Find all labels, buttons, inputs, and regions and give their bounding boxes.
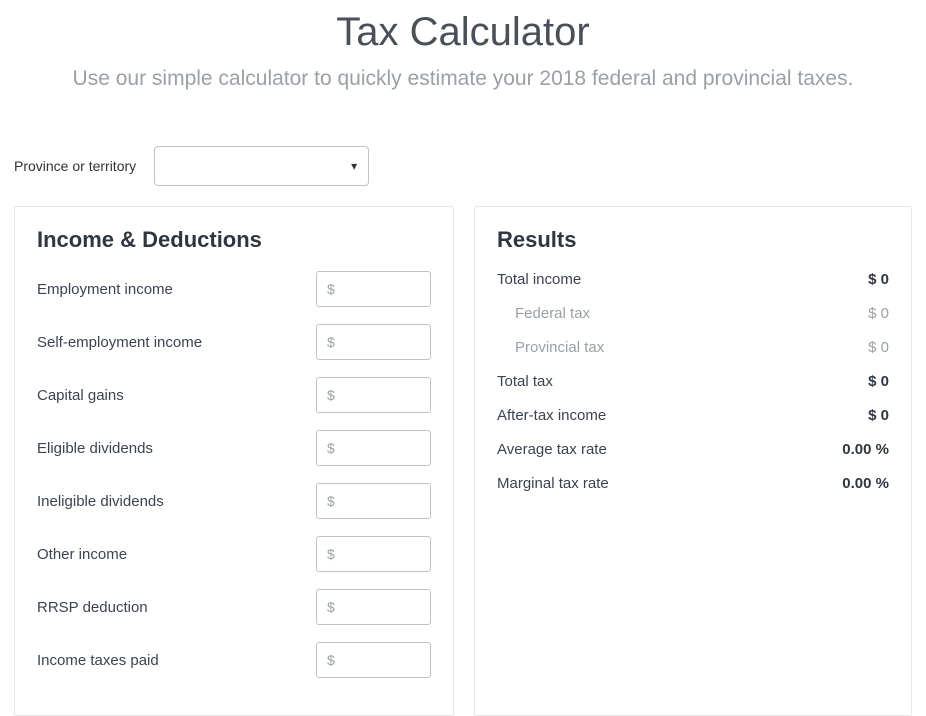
employment-income-row: Employment income xyxy=(37,271,431,307)
employment-income-label: Employment income xyxy=(37,281,173,298)
total-tax-value: $ 0 xyxy=(868,373,889,390)
rrsp-deduction-label: RRSP deduction xyxy=(37,599,148,616)
results-panel-title: Results xyxy=(497,227,889,253)
federal-tax-label: Federal tax xyxy=(497,305,590,322)
eligible-dividends-row: Eligible dividends xyxy=(37,430,431,466)
province-label: Province or territory xyxy=(14,158,136,174)
provincial-tax-label: Provincial tax xyxy=(497,339,604,356)
income-taxes-paid-row: Income taxes paid xyxy=(37,642,431,678)
average-tax-rate-value: 0.00 % xyxy=(842,441,889,458)
after-tax-income-label: After-tax income xyxy=(497,407,606,424)
page-title: Tax Calculator xyxy=(0,10,926,55)
federal-tax-value: $ 0 xyxy=(868,305,889,322)
other-income-label: Other income xyxy=(37,546,127,563)
income-deductions-panel: Income & Deductions Employment income Se… xyxy=(14,206,454,716)
other-income-input[interactable] xyxy=(316,536,431,572)
eligible-dividends-label: Eligible dividends xyxy=(37,440,153,457)
employment-income-input[interactable] xyxy=(316,271,431,307)
provincial-tax-row: Provincial tax $ 0 xyxy=(497,339,889,356)
eligible-dividends-input[interactable] xyxy=(316,430,431,466)
self-employment-income-row: Self-employment income xyxy=(37,324,431,360)
rrsp-deduction-input[interactable] xyxy=(316,589,431,625)
federal-tax-row: Federal tax $ 0 xyxy=(497,305,889,322)
average-tax-rate-row: Average tax rate 0.00 % xyxy=(497,441,889,458)
self-employment-income-label: Self-employment income xyxy=(37,334,202,351)
province-row: Province or territory xyxy=(0,146,926,186)
average-tax-rate-label: Average tax rate xyxy=(497,441,607,458)
capital-gains-label: Capital gains xyxy=(37,387,124,404)
income-taxes-paid-input[interactable] xyxy=(316,642,431,678)
ineligible-dividends-input[interactable] xyxy=(316,483,431,519)
other-income-row: Other income xyxy=(37,536,431,572)
ineligible-dividends-row: Ineligible dividends xyxy=(37,483,431,519)
province-select-wrap xyxy=(154,146,369,186)
total-income-row: Total income $ 0 xyxy=(497,271,889,288)
ineligible-dividends-label: Ineligible dividends xyxy=(37,493,164,510)
after-tax-income-value: $ 0 xyxy=(868,407,889,424)
total-income-label: Total income xyxy=(497,271,581,288)
marginal-tax-rate-value: 0.00 % xyxy=(842,475,889,492)
province-select[interactable] xyxy=(154,146,369,186)
income-panel-title: Income & Deductions xyxy=(37,227,431,253)
marginal-tax-rate-label: Marginal tax rate xyxy=(497,475,609,492)
rrsp-deduction-row: RRSP deduction xyxy=(37,589,431,625)
results-panel: Results Total income $ 0 Federal tax $ 0… xyxy=(474,206,912,716)
total-tax-label: Total tax xyxy=(497,373,553,390)
total-tax-row: Total tax $ 0 xyxy=(497,373,889,390)
self-employment-income-input[interactable] xyxy=(316,324,431,360)
page-subtitle: Use our simple calculator to quickly est… xyxy=(0,67,926,91)
total-income-value: $ 0 xyxy=(868,271,889,288)
after-tax-income-row: After-tax income $ 0 xyxy=(497,407,889,424)
capital-gains-row: Capital gains xyxy=(37,377,431,413)
marginal-tax-rate-row: Marginal tax rate 0.00 % xyxy=(497,475,889,492)
capital-gains-input[interactable] xyxy=(316,377,431,413)
income-taxes-paid-label: Income taxes paid xyxy=(37,652,159,669)
provincial-tax-value: $ 0 xyxy=(868,339,889,356)
